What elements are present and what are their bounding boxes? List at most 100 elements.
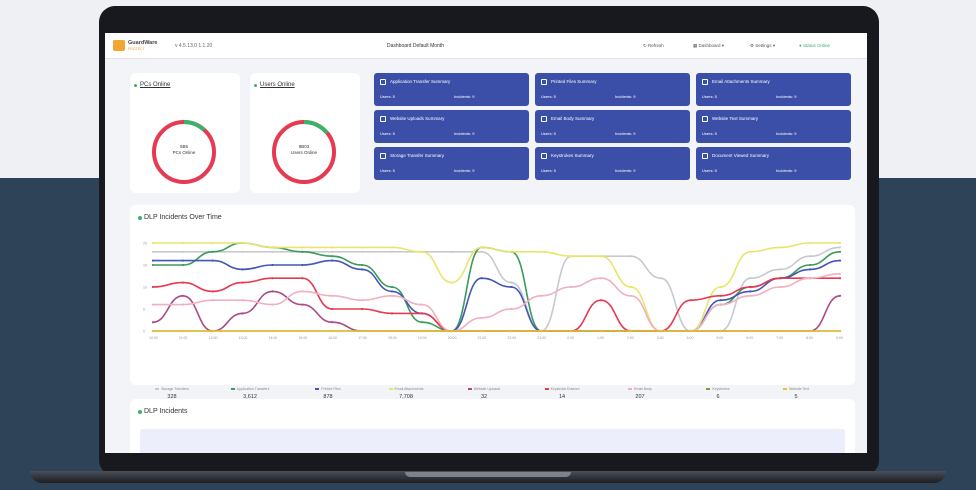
data-point[interactable]: [659, 277, 662, 280]
data-point[interactable]: [271, 277, 274, 280]
data-point[interactable]: [301, 329, 304, 333]
data-point[interactable]: [301, 277, 304, 280]
data-point[interactable]: [510, 285, 513, 289]
data-point[interactable]: [838, 246, 842, 249]
data-point[interactable]: [241, 312, 244, 315]
data-point[interactable]: [629, 329, 633, 333]
data-point[interactable]: [331, 255, 334, 258]
data-point[interactable]: [570, 329, 573, 333]
data-point[interactable]: [360, 246, 364, 249]
data-point[interactable]: [271, 263, 274, 267]
data-point[interactable]: [420, 329, 423, 333]
data-point[interactable]: [510, 250, 513, 253]
data-point[interactable]: [809, 241, 812, 245]
data-point[interactable]: [689, 299, 692, 302]
data-point[interactable]: [360, 268, 364, 271]
data-point[interactable]: [420, 303, 423, 306]
data-point[interactable]: [749, 290, 752, 293]
data-point[interactable]: [779, 246, 782, 249]
data-point[interactable]: [331, 246, 334, 249]
data-point[interactable]: [540, 294, 543, 297]
data-point[interactable]: [480, 316, 483, 319]
data-point[interactable]: [779, 277, 782, 280]
data-point[interactable]: [599, 255, 603, 258]
data-point[interactable]: [271, 290, 274, 293]
data-point[interactable]: [689, 329, 692, 333]
data-point[interactable]: [211, 250, 214, 253]
data-point[interactable]: [331, 294, 334, 297]
data-point[interactable]: [241, 268, 244, 271]
data-point[interactable]: [420, 312, 423, 315]
data-point[interactable]: [271, 329, 274, 333]
data-point[interactable]: [181, 241, 184, 245]
data-point[interactable]: [719, 299, 722, 302]
data-point[interactable]: [301, 303, 304, 306]
legend-item[interactable]: Keystroke Entered 14: [527, 387, 597, 400]
data-point[interactable]: [151, 329, 155, 333]
data-point[interactable]: [510, 281, 513, 284]
data-point[interactable]: [450, 281, 453, 284]
data-point[interactable]: [151, 250, 155, 253]
data-point[interactable]: [301, 263, 304, 267]
data-point[interactable]: [749, 329, 752, 333]
data-point[interactable]: [181, 263, 184, 267]
data-point[interactable]: [480, 277, 483, 280]
data-point[interactable]: [779, 268, 782, 271]
data-point[interactable]: [420, 321, 423, 324]
data-point[interactable]: [241, 250, 244, 253]
data-point[interactable]: [659, 329, 662, 333]
data-point[interactable]: [271, 246, 274, 249]
data-point[interactable]: [480, 250, 483, 253]
data-point[interactable]: [151, 285, 155, 289]
legend-item[interactable]: Website Text 5: [761, 387, 831, 400]
data-point[interactable]: [390, 312, 394, 315]
data-point[interactable]: [450, 329, 453, 333]
data-point[interactable]: [151, 321, 155, 324]
data-point[interactable]: [779, 329, 782, 333]
data-point[interactable]: [331, 250, 334, 253]
data-point[interactable]: [719, 303, 722, 306]
data-point[interactable]: [181, 303, 184, 306]
data-point[interactable]: [749, 250, 752, 253]
data-point[interactable]: [211, 329, 214, 333]
data-point[interactable]: [390, 329, 394, 333]
data-point[interactable]: [151, 303, 155, 306]
data-point[interactable]: [301, 246, 304, 249]
data-point[interactable]: [390, 285, 394, 289]
legend-item[interactable]: Printed Files 878: [293, 387, 363, 400]
data-point[interactable]: [480, 246, 483, 249]
data-point[interactable]: [181, 259, 184, 262]
data-point[interactable]: [360, 263, 364, 267]
data-point[interactable]: [719, 294, 722, 297]
data-point[interactable]: [838, 277, 842, 280]
data-point[interactable]: [480, 329, 483, 333]
data-point[interactable]: [570, 255, 573, 258]
data-point[interactable]: [599, 299, 603, 302]
data-point[interactable]: [749, 277, 752, 280]
legend-item[interactable]: Storage Transfers 328: [137, 387, 207, 400]
data-point[interactable]: [809, 329, 812, 333]
data-point[interactable]: [838, 294, 842, 297]
data-point[interactable]: [181, 250, 184, 253]
legend-item[interactable]: Email Attachments 7,708: [371, 387, 441, 400]
data-point[interactable]: [241, 329, 244, 333]
data-point[interactable]: [331, 321, 334, 324]
data-point[interactable]: [360, 307, 364, 311]
data-point[interactable]: [360, 250, 364, 253]
data-point[interactable]: [809, 255, 812, 258]
data-point[interactable]: [838, 250, 842, 253]
data-point[interactable]: [809, 268, 812, 271]
data-point[interactable]: [211, 299, 214, 302]
data-point[interactable]: [181, 294, 184, 297]
data-point[interactable]: [450, 250, 453, 253]
data-point[interactable]: [271, 250, 274, 253]
data-point[interactable]: [241, 241, 244, 245]
data-point[interactable]: [331, 307, 334, 311]
data-point[interactable]: [390, 250, 394, 253]
data-point[interactable]: [390, 290, 394, 293]
legend-item[interactable]: Email Body 207: [605, 387, 675, 400]
data-point[interactable]: [360, 329, 364, 333]
data-point[interactable]: [301, 250, 304, 253]
data-point[interactable]: [599, 329, 603, 333]
data-point[interactable]: [540, 329, 543, 333]
